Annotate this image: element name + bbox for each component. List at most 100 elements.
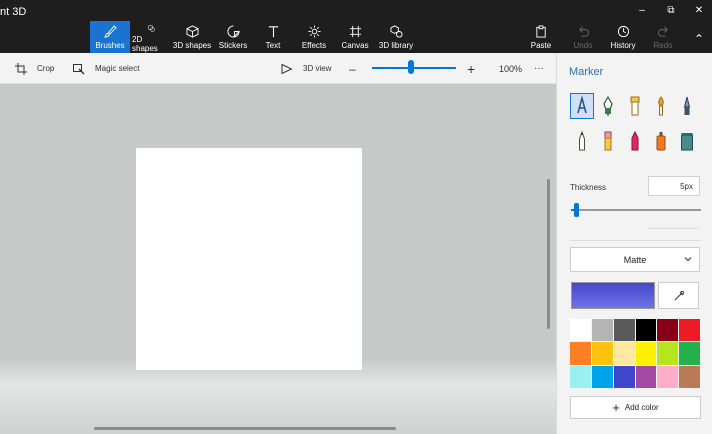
thickness-slider-track[interactable]: [571, 209, 701, 211]
palette-swatch[interactable]: [679, 342, 700, 365]
palette-swatch[interactable]: [613, 342, 635, 365]
palette-swatch[interactable]: [679, 319, 700, 342]
3d-view-icon: [281, 63, 293, 74]
palette-swatch[interactable]: [679, 365, 700, 388]
tab-3d-library-label: 3D library: [378, 41, 414, 50]
zoom-slider-thumb[interactable]: [407, 60, 414, 74]
finish-dropdown[interactable]: Matte: [570, 247, 700, 272]
plus-icon: +: [612, 400, 620, 415]
brush-icon: [103, 25, 117, 38]
tab-effects[interactable]: Effects: [298, 21, 330, 53]
palette-swatch[interactable]: [613, 365, 635, 388]
brush-marker[interactable]: [570, 93, 594, 119]
palette-swatch[interactable]: [591, 365, 613, 388]
brush-eraser[interactable]: [596, 128, 620, 154]
palette-swatch[interactable]: [657, 342, 679, 365]
opacity-divider: [647, 228, 699, 229]
crop-button[interactable]: Crop: [15, 53, 54, 84]
tab-brushes[interactable]: Brushes: [90, 21, 130, 53]
history-button[interactable]: History: [608, 21, 638, 53]
oil-brush-icon: [630, 96, 640, 116]
brush-panel: Marker Thickness 5px Matte + Add color: [556, 53, 712, 434]
zoom-percent[interactable]: 100%: [499, 53, 522, 84]
zoom-slider-track[interactable]: [372, 67, 456, 69]
restore-button[interactable]: ⧉: [663, 4, 679, 18]
palette-swatch[interactable]: [570, 319, 591, 342]
zoom-out-button[interactable]: –: [349, 53, 356, 84]
tab-stickers[interactable]: Stickers: [216, 21, 250, 53]
brush-crayon[interactable]: [623, 128, 647, 154]
brush-pencil[interactable]: [570, 128, 594, 154]
pencil-icon: [579, 130, 585, 151]
tab-3d-shapes[interactable]: 3D shapes: [172, 21, 212, 53]
brush-pixel-pen[interactable]: [675, 93, 699, 119]
redo-button[interactable]: Redo: [650, 21, 676, 53]
palette-swatch[interactable]: [591, 319, 613, 342]
thickness-input[interactable]: 5px: [648, 176, 700, 196]
magic-select-icon: [73, 63, 85, 74]
collapse-ribbon-button[interactable]: ⌃: [691, 32, 707, 46]
marker-icon: [577, 95, 587, 114]
tab-canvas[interactable]: Canvas: [340, 21, 370, 53]
canvas-icon: [349, 25, 361, 38]
palette-swatch[interactable]: [635, 319, 657, 342]
palette-swatch[interactable]: [591, 342, 613, 365]
3d-view-button[interactable]: 3D view: [281, 53, 331, 84]
add-color-button[interactable]: + Add color: [570, 396, 701, 419]
thickness-slider-thumb[interactable]: [574, 203, 579, 217]
history-label: History: [610, 41, 636, 50]
calligraphy-pen-icon: [603, 95, 613, 117]
add-color-label: Add color: [624, 403, 659, 412]
crop-icon: [15, 62, 27, 75]
ribbon: nt 3D Brushes 2D shapes 3D shapes Sticke…: [0, 0, 712, 53]
paste-button[interactable]: Paste: [528, 21, 554, 53]
tab-3d-library[interactable]: 3D library: [378, 21, 414, 53]
history-icon: [617, 25, 629, 38]
stickers-icon: [227, 25, 240, 38]
palette-swatch[interactable]: [613, 319, 635, 342]
palette-swatch[interactable]: [635, 342, 657, 365]
app-title: nt 3D: [0, 6, 27, 18]
panel-divider: [569, 240, 701, 241]
more-button[interactable]: ···: [534, 53, 544, 84]
redo-icon: [657, 26, 668, 37]
fill-bucket-icon: [681, 133, 693, 151]
tab-2d-shapes-label: 2D shapes: [132, 35, 158, 53]
minimize-button[interactable]: –: [634, 4, 650, 18]
close-button[interactable]: ✕: [691, 4, 707, 18]
palette-swatch[interactable]: [635, 365, 657, 388]
brush-calligraphy-pen[interactable]: [596, 93, 620, 119]
brush-spray-can[interactable]: [649, 128, 673, 154]
crop-label: Crop: [37, 64, 55, 73]
brush-oil[interactable]: [623, 93, 647, 119]
effects-icon: [307, 25, 321, 38]
vertical-scrollbar[interactable]: [547, 179, 550, 329]
drawing-canvas[interactable]: [136, 148, 362, 370]
tab-brushes-label: Brushes: [95, 41, 125, 50]
undo-label: Undo: [573, 41, 593, 50]
pixel-pen-icon: [683, 96, 691, 115]
palette-swatch[interactable]: [657, 365, 679, 388]
tab-3d-shapes-label: 3D shapes: [172, 41, 212, 50]
brush-watercolor[interactable]: [649, 93, 673, 119]
brush-fill[interactable]: [675, 128, 699, 154]
palette-swatch[interactable]: [570, 342, 591, 365]
palette-swatch[interactable]: [570, 365, 591, 388]
2d-shapes-icon: [148, 25, 155, 32]
undo-button[interactable]: Undo: [570, 21, 596, 53]
workspace: [0, 84, 556, 434]
tab-canvas-label: Canvas: [341, 41, 369, 50]
tab-stickers-label: Stickers: [218, 41, 248, 50]
zoom-in-button[interactable]: +: [467, 53, 475, 84]
tab-text-label: Text: [265, 41, 281, 50]
tab-text[interactable]: Text: [258, 21, 288, 53]
3d-view-label: 3D view: [303, 64, 332, 73]
eraser-icon: [604, 131, 612, 151]
eyedropper-button[interactable]: [658, 282, 699, 309]
palette-swatch[interactable]: [657, 319, 679, 342]
horizontal-scrollbar[interactable]: [94, 427, 396, 430]
tab-2d-shapes[interactable]: 2D shapes: [132, 21, 170, 53]
current-color-swatch[interactable]: [571, 282, 655, 309]
magic-select-button[interactable]: Magic select: [73, 53, 139, 84]
watercolor-icon: [658, 96, 664, 116]
